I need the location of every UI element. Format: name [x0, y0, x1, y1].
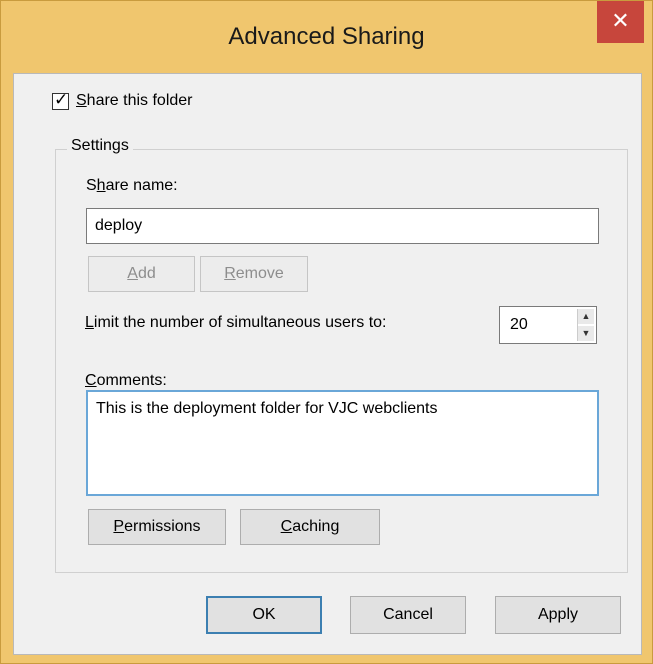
close-icon: ✕: [611, 8, 630, 33]
permissions-button-label: Permissions: [113, 518, 201, 535]
cancel-button[interactable]: Cancel: [350, 596, 466, 634]
user-limit-spinner[interactable]: 20 ▲ ▼: [499, 306, 597, 344]
comments-label: Comments:: [85, 372, 167, 389]
apply-button[interactable]: Apply: [495, 596, 621, 634]
checkmark-icon: ✓: [54, 89, 69, 109]
permissions-button[interactable]: Permissions: [88, 509, 226, 545]
spinner-arrows: ▲ ▼: [577, 309, 594, 341]
share-name-label: Share name:: [86, 177, 178, 194]
window-title: Advanced Sharing: [228, 23, 425, 50]
remove-button-label: Remove: [224, 265, 284, 282]
share-folder-checkbox-row[interactable]: ✓ Share this folder: [52, 89, 193, 110]
share-name-value: deploy: [95, 217, 143, 234]
add-button-label: Add: [127, 265, 156, 282]
caching-button-label: Caching: [280, 518, 340, 535]
dialog-body: ✓ Share this folder Settings Share name:…: [13, 73, 642, 655]
user-limit-value: 20: [510, 316, 528, 333]
apply-button-label: Apply: [537, 606, 579, 623]
spin-up-icon[interactable]: ▲: [578, 309, 594, 324]
caching-button[interactable]: Caching: [240, 509, 380, 545]
add-button[interactable]: Add: [88, 256, 195, 292]
comments-value: This is the deployment folder for VJC we…: [96, 400, 438, 417]
close-button[interactable]: ✕: [597, 1, 644, 43]
remove-button[interactable]: Remove: [200, 256, 308, 292]
user-limit-label: Limit the number of simultaneous users t…: [85, 314, 387, 331]
dialog-window: Advanced Sharing ✕ ✓ Share this folder S…: [0, 0, 653, 664]
cancel-button-label: Cancel: [383, 606, 433, 623]
ok-button[interactable]: OK: [206, 596, 322, 634]
share-folder-label: Share this folder: [76, 92, 193, 109]
comments-textarea[interactable]: This is the deployment folder for VJC we…: [86, 390, 599, 496]
share-name-input[interactable]: deploy: [86, 208, 599, 244]
settings-group-label: Settings: [67, 137, 133, 155]
spin-down-icon[interactable]: ▼: [578, 326, 594, 341]
ok-button-label: OK: [252, 606, 276, 623]
share-folder-checkbox[interactable]: ✓: [52, 89, 69, 110]
